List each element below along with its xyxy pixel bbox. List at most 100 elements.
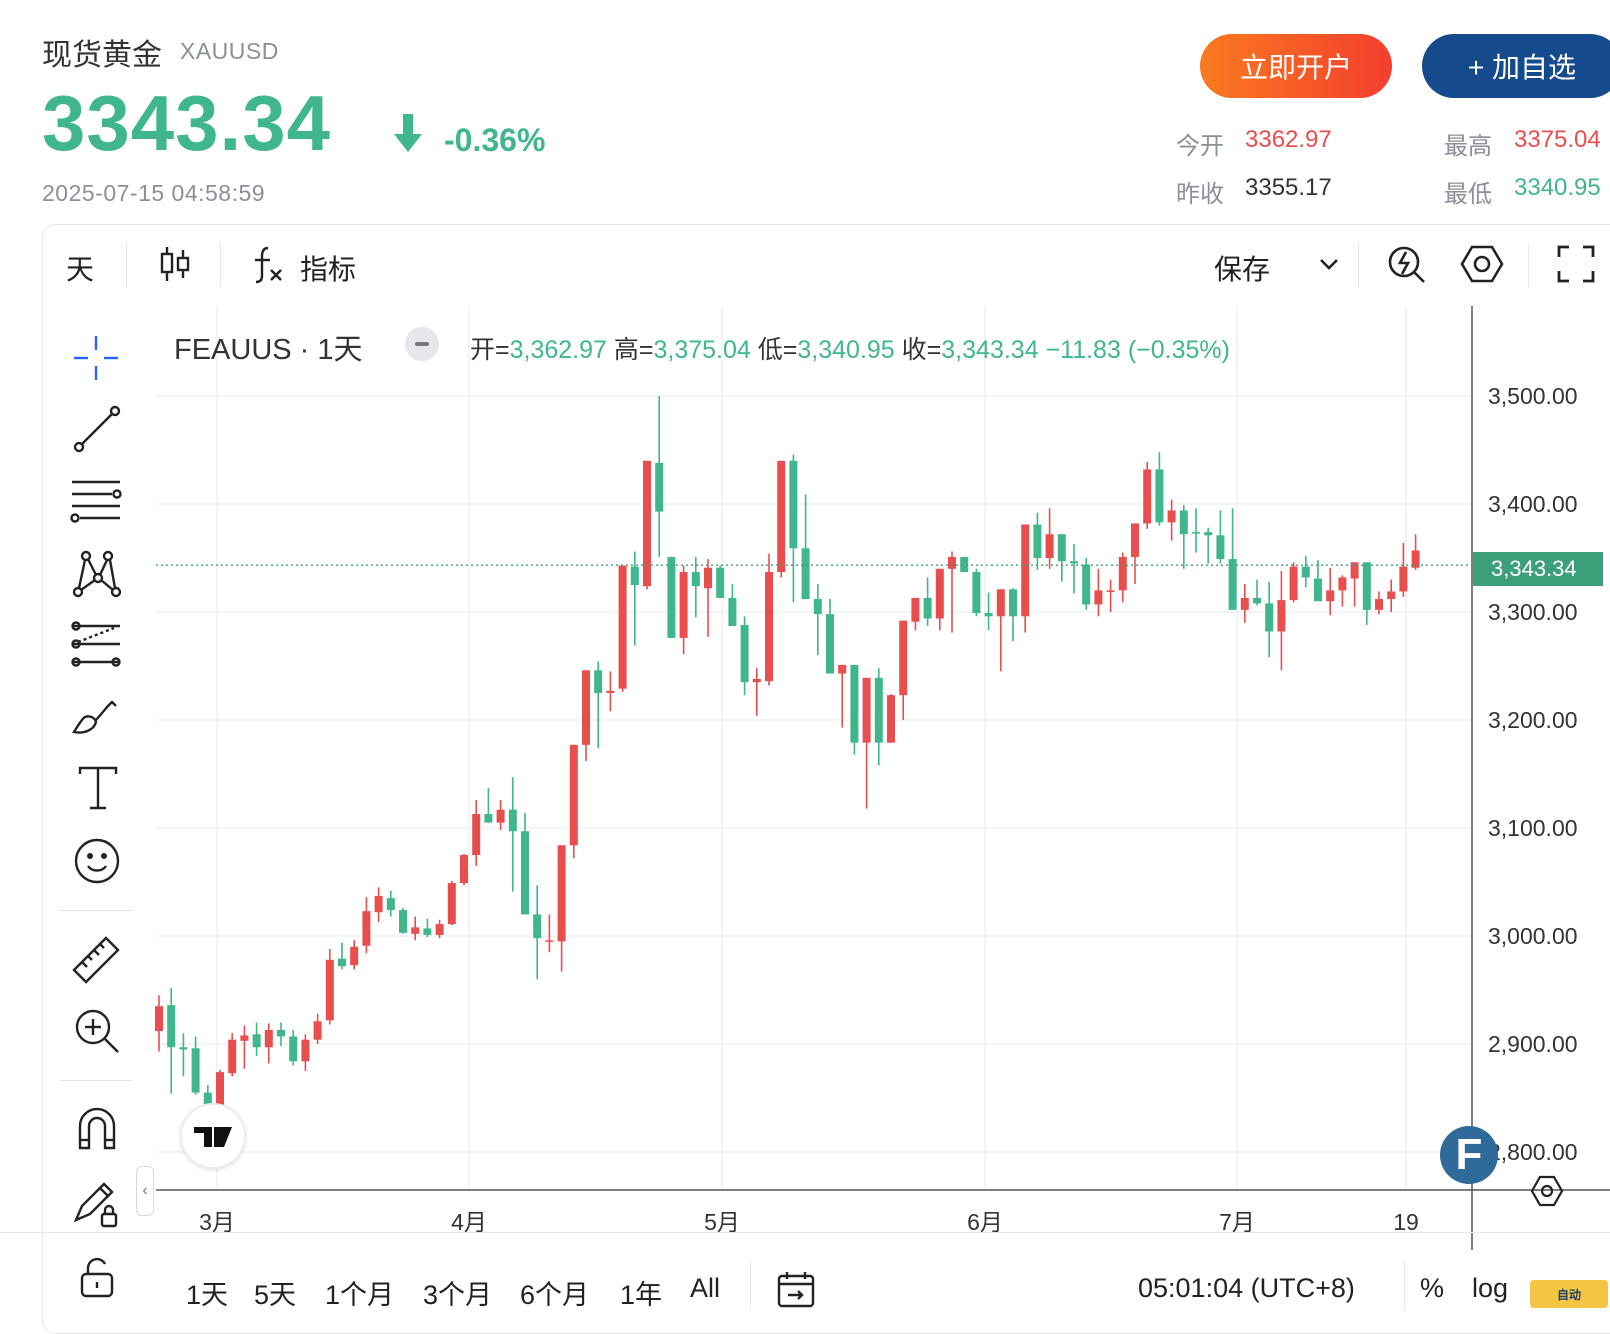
candle-body	[1204, 532, 1213, 536]
candle-body	[850, 664, 859, 743]
change-val: −11.83 (−0.35%)	[1045, 336, 1230, 364]
candle	[643, 460, 651, 590]
candle	[399, 907, 407, 934]
candle-body	[728, 597, 737, 627]
clock-display[interactable]: 05:01:04 (UTC+8)	[1138, 1273, 1355, 1304]
price-tick: 3,300.00	[1488, 599, 1578, 625]
candle-body	[1106, 590, 1115, 592]
candle-body	[801, 548, 810, 600]
auto-toggle[interactable]: 自动	[1530, 1280, 1608, 1308]
candle-body	[655, 462, 664, 512]
candle-body	[887, 695, 895, 743]
candle-body	[1131, 523, 1139, 557]
bottom-divider	[0, 1232, 1610, 1233]
candle-body	[179, 1047, 188, 1050]
candle	[667, 556, 676, 638]
range-button[interactable]: All	[690, 1273, 720, 1304]
candle-body	[1277, 600, 1286, 632]
chart-legend-title[interactable]: FEAUUS · 1天	[174, 326, 363, 368]
range-button[interactable]: 1个月	[325, 1273, 394, 1312]
candle-body	[1240, 597, 1249, 610]
candle-body	[1399, 566, 1408, 592]
candle-body	[765, 572, 773, 682]
log-toggle[interactable]: log	[1472, 1273, 1508, 1304]
price-tick: 3,500.00	[1488, 383, 1578, 409]
price-tick: 2,800.00	[1488, 1139, 1578, 1165]
candle-body	[325, 959, 334, 1021]
candle-body	[521, 831, 529, 915]
candle-body	[557, 845, 566, 942]
percent-toggle[interactable]: %	[1420, 1273, 1444, 1304]
candle-body	[289, 1036, 298, 1062]
candle-body	[1192, 532, 1200, 534]
candle-body	[191, 1048, 200, 1093]
price-tick: 3,000.00	[1488, 923, 1578, 949]
price-tick: 3,200.00	[1488, 707, 1578, 733]
price-tick: 3,400.00	[1488, 491, 1578, 517]
candle-body	[1143, 469, 1152, 524]
candle-body	[667, 556, 676, 638]
candle	[1143, 461, 1152, 529]
candle-body	[240, 1035, 249, 1041]
candle-body	[1009, 589, 1017, 617]
candle-body	[862, 677, 871, 743]
candle-body	[618, 565, 627, 689]
candle-body	[460, 855, 468, 884]
low-key: 低=	[757, 336, 798, 364]
candle	[325, 948, 334, 1025]
range-button[interactable]: 3个月	[423, 1273, 492, 1312]
candle-body	[1253, 597, 1261, 604]
candle-body	[1326, 590, 1335, 602]
candle-body	[740, 624, 749, 683]
candle-body	[1094, 590, 1103, 605]
high-val: 3,375.04	[653, 336, 751, 364]
candle	[960, 556, 969, 573]
low-val: 3,340.95	[797, 336, 895, 364]
candle-body	[167, 1005, 176, 1048]
candle-body	[716, 567, 725, 598]
candle-body	[277, 1029, 285, 1037]
candle-body	[899, 620, 908, 696]
range-button[interactable]: 1年	[620, 1273, 662, 1312]
range-button[interactable]: 5天	[254, 1273, 296, 1312]
candle	[850, 664, 859, 755]
candle-body	[1045, 534, 1054, 558]
bottom-divider	[1404, 1262, 1405, 1310]
open-val: 3,362.97	[509, 336, 607, 364]
candle	[569, 744, 578, 859]
candle-body	[1362, 562, 1371, 610]
candle-body	[838, 664, 847, 674]
candle-body	[264, 1029, 273, 1048]
tradingview-logo-icon[interactable]	[180, 1103, 246, 1169]
candle-body	[435, 924, 444, 935]
candle-body	[777, 460, 786, 573]
collapse-toolbar-button[interactable]: ‹	[136, 1166, 154, 1216]
candle-body	[155, 1006, 163, 1032]
goto-date-icon[interactable]	[776, 1270, 816, 1315]
candle-body	[996, 589, 1005, 617]
candle-body	[691, 572, 700, 587]
f-badge-icon: F	[1440, 1126, 1498, 1184]
candle-body	[472, 813, 481, 855]
candle-body	[679, 572, 688, 638]
candle-body	[533, 914, 542, 939]
candle-body	[911, 597, 920, 622]
candle-body	[362, 911, 371, 946]
candle-body	[411, 927, 420, 934]
candle-body	[301, 1039, 310, 1062]
candle	[618, 565, 627, 692]
candle-body	[1289, 566, 1298, 601]
candle-body	[789, 460, 798, 549]
range-button[interactable]: 6个月	[520, 1273, 589, 1312]
candle-body	[606, 690, 615, 693]
range-button[interactable]: 1天	[186, 1273, 228, 1312]
scale-settings-icon[interactable]	[1530, 1174, 1564, 1213]
candle-body	[972, 572, 981, 614]
candle-body	[228, 1039, 237, 1074]
candle	[765, 553, 773, 686]
candle-body	[374, 896, 383, 913]
candle-body	[1375, 599, 1383, 610]
candle-body	[313, 1021, 322, 1040]
candle-body	[594, 670, 603, 693]
eye-toggle-icon[interactable]	[405, 327, 439, 361]
